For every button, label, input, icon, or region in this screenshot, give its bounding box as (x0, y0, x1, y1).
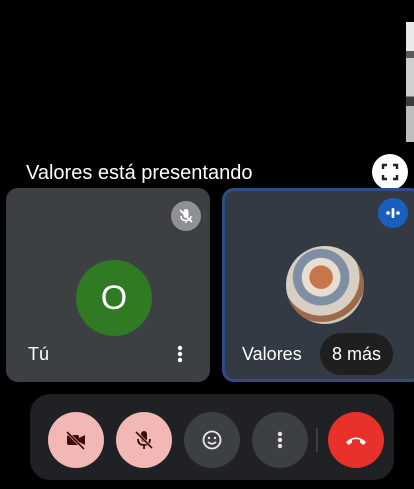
remote-name: Valores (242, 344, 302, 364)
mic-off-icon (134, 430, 154, 450)
mic-off-icon (179, 209, 193, 223)
presentation-area[interactable]: Valores está presentando (0, 0, 414, 190)
more-participants-pill[interactable]: 8 más (320, 333, 394, 375)
self-tile[interactable]: O Tú (6, 188, 210, 382)
more-options-button[interactable] (252, 412, 308, 468)
shared-screen-preview (406, 22, 414, 142)
call-end-icon (346, 437, 366, 445)
microphone-toggle-button[interactable] (116, 412, 172, 468)
presenting-label: Valores está presentando (26, 162, 253, 184)
fullscreen-button[interactable] (372, 154, 408, 190)
controls-divider (316, 428, 318, 452)
emoji-icon (202, 430, 222, 450)
speaking-indicator (378, 198, 408, 228)
end-call-button[interactable] (328, 412, 384, 468)
self-tile-more-button[interactable] (174, 341, 186, 367)
fullscreen-icon (381, 163, 399, 181)
reactions-button[interactable] (184, 412, 240, 468)
remote-avatar (286, 246, 364, 324)
camera-off-icon (65, 430, 86, 451)
self-name: Tú (28, 344, 50, 364)
meet-call-screen: Valores está presentando O Tú Valores 8 … (0, 0, 414, 489)
call-controls (30, 394, 394, 480)
more-vert-icon (177, 345, 183, 363)
mic-muted-badge (171, 201, 201, 231)
camera-toggle-button[interactable] (48, 412, 104, 468)
more-vert-icon (277, 431, 283, 449)
audio-level-icon (386, 208, 400, 218)
self-avatar: O (76, 260, 152, 336)
